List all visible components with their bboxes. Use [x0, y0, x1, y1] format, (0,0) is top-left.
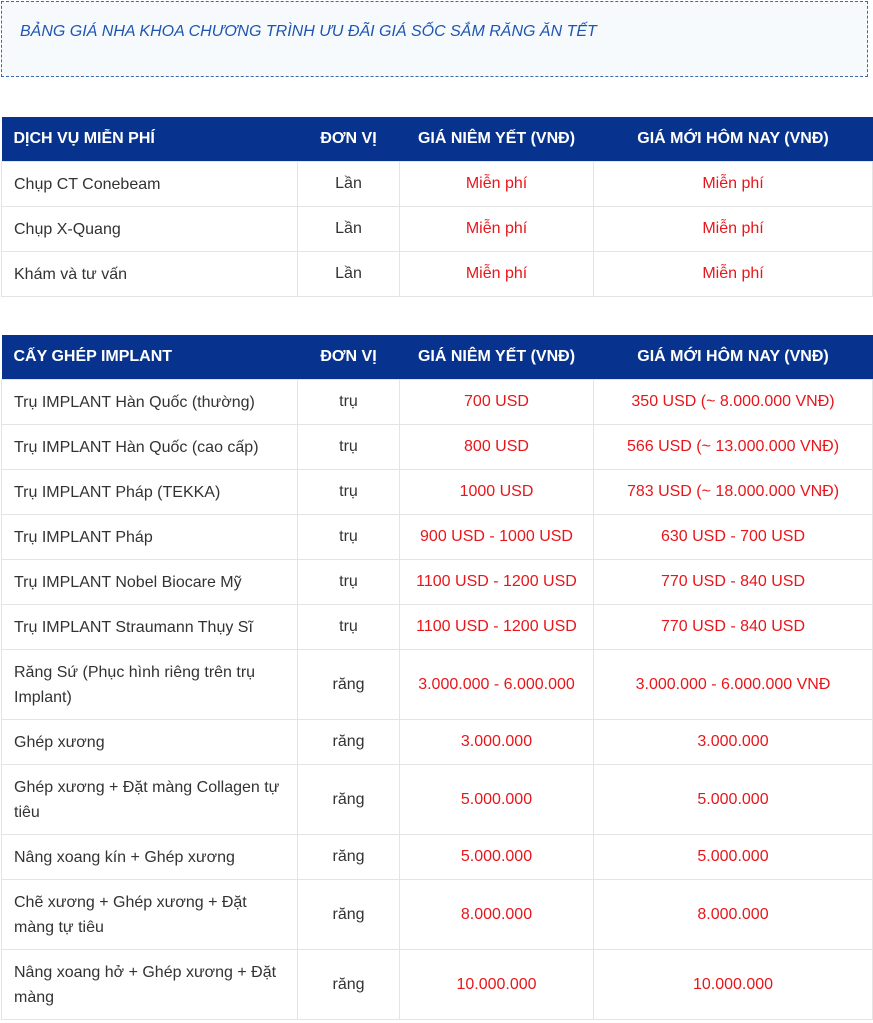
unit-cell: Lần — [297, 206, 400, 252]
list-price-cell: Miễn phí — [399, 206, 594, 252]
list-price-cell: 1100 USD - 1200 USD — [399, 559, 594, 605]
list-price-cell: Miễn phí — [399, 161, 594, 207]
new-price-cell: 566 USD (~ 13.000.000 VNĐ) — [593, 424, 873, 470]
table-row: Nâng xoang hở + Ghép xương + Đặt màng răn… — [1, 949, 873, 1020]
table-row: Chụp X-Quang Lần Miễn phí Miễn phí — [1, 206, 873, 252]
header-unit: ĐƠN VỊ — [297, 117, 400, 162]
service-name: Chẽ xương + Ghép xương + Đặt màng tự tiê… — [1, 879, 298, 950]
new-price-cell: 3.000.000 — [593, 719, 873, 765]
new-price-cell: Miễn phí — [593, 251, 873, 297]
unit-cell: răng — [297, 879, 400, 950]
table-row: Trụ IMPLANT Hàn Quốc (thường) trụ 700 USD 3… — [1, 379, 873, 425]
header-list-price: GIÁ NIÊM YẾT (VNĐ) — [399, 335, 594, 380]
implant-table: CẤY GHÉP IMPLANT ĐƠN VỊ GIÁ NIÊM YẾT (VN… — [1, 335, 873, 1020]
table-row: Trụ IMPLANT Pháp trụ 900 USD - 1000 USD 630… — [1, 514, 873, 560]
unit-cell: răng — [297, 949, 400, 1020]
header-new-price: GIÁ MỚI HÔM NAY (VNĐ) — [593, 117, 873, 162]
unit-cell: trụ — [297, 424, 400, 470]
unit-cell: trụ — [297, 469, 400, 515]
new-price-cell: 5.000.000 — [593, 764, 873, 835]
unit-cell: trụ — [297, 379, 400, 425]
table-row: Khám và tư vấn Lần Miễn phí Miễn phí — [1, 251, 873, 297]
unit-cell: Lần — [297, 161, 400, 207]
header-list-price: GIÁ NIÊM YẾT (VNĐ) — [399, 117, 594, 162]
service-name: Nâng xoang hở + Ghép xương + Đặt màng — [1, 949, 298, 1020]
table-row: Trụ IMPLANT Pháp (TEKKA) trụ 1000 USD 783 U… — [1, 469, 873, 515]
new-price-cell: 5.000.000 — [593, 834, 873, 880]
banner-title: BẢNG GIÁ NHA KHOA CHƯƠNG TRÌNH ƯU ĐÃI GI… — [20, 23, 597, 40]
new-price-cell: 3.000.000 - 6.000.000 VNĐ — [593, 649, 873, 720]
table-row: Ghép xương răng 3.000.000 3.000.000 — [1, 719, 873, 765]
service-name: Trụ IMPLANT Hàn Quốc (thường) — [1, 379, 298, 425]
header-unit: ĐƠN VỊ — [297, 335, 400, 380]
service-name: Chụp X-Quang — [1, 206, 298, 252]
list-price-cell: 3.000.000 - 6.000.000 — [399, 649, 594, 720]
table-header-row: DỊCH VỤ MIỄN PHÍ ĐƠN VỊ GIÁ NIÊM YẾT (VN… — [1, 117, 873, 162]
new-price-cell: Miễn phí — [593, 161, 873, 207]
table-row: Chụp CT Conebeam Lần Miễn phí Miễn phí — [1, 161, 873, 207]
list-price-cell: 5.000.000 — [399, 834, 594, 880]
unit-cell: răng — [297, 764, 400, 835]
list-price-cell: 800 USD — [399, 424, 594, 470]
new-price-cell: 10.000.000 — [593, 949, 873, 1020]
list-price-cell: 10.000.000 — [399, 949, 594, 1020]
list-price-cell: 8.000.000 — [399, 879, 594, 950]
service-name: Ghép xương + Đặt màng Collagen tự tiêu — [1, 764, 298, 835]
list-price-cell: 1000 USD — [399, 469, 594, 515]
service-name: Chụp CT Conebeam — [1, 161, 298, 207]
list-price-cell: Miễn phí — [399, 251, 594, 297]
list-price-cell: 1100 USD - 1200 USD — [399, 604, 594, 650]
table-row: Ghép xương + Đặt màng Collagen tự tiêu ră… — [1, 764, 873, 835]
service-name: Trụ IMPLANT Hàn Quốc (cao cấp) — [1, 424, 298, 470]
service-name: Trụ IMPLANT Pháp (TEKKA) — [1, 469, 298, 515]
unit-cell: Lần — [297, 251, 400, 297]
new-price-cell: 770 USD - 840 USD — [593, 604, 873, 650]
header-service: DỊCH VỤ MIỄN PHÍ — [1, 117, 298, 162]
new-price-cell: Miễn phí — [593, 206, 873, 252]
list-price-cell: 5.000.000 — [399, 764, 594, 835]
service-name: Trụ IMPLANT Nobel Biocare Mỹ — [1, 559, 298, 605]
new-price-cell: 350 USD (~ 8.000.000 VNĐ) — [593, 379, 873, 425]
new-price-cell: 630 USD - 700 USD — [593, 514, 873, 560]
new-price-cell: 8.000.000 — [593, 879, 873, 950]
promo-banner: BẢNG GIÁ NHA KHOA CHƯƠNG TRÌNH ƯU ĐÃI GI… — [1, 1, 868, 77]
free-services-table: DỊCH VỤ MIỄN PHÍ ĐƠN VỊ GIÁ NIÊM YẾT (VN… — [1, 117, 873, 297]
table-row: Trụ IMPLANT Hàn Quốc (cao cấp) trụ 800 USD… — [1, 424, 873, 470]
list-price-cell: 3.000.000 — [399, 719, 594, 765]
table-row: Trụ IMPLANT Straumann Thụy Sĩ trụ 1100 USD… — [1, 604, 873, 650]
new-price-cell: 783 USD (~ 18.000.000 VNĐ) — [593, 469, 873, 515]
new-price-cell: 770 USD - 840 USD — [593, 559, 873, 605]
unit-cell: trụ — [297, 514, 400, 560]
service-name: Trụ IMPLANT Pháp — [1, 514, 298, 560]
service-name: Trụ IMPLANT Straumann Thụy Sĩ — [1, 604, 298, 650]
unit-cell: răng — [297, 719, 400, 765]
table-row: Trụ IMPLANT Nobel Biocare Mỹ trụ 1100 USD … — [1, 559, 873, 605]
list-price-cell: 900 USD - 1000 USD — [399, 514, 594, 560]
table-header-row: CẤY GHÉP IMPLANT ĐƠN VỊ GIÁ NIÊM YẾT (VN… — [1, 335, 873, 380]
unit-cell: trụ — [297, 559, 400, 605]
service-name: Răng Sứ (Phục hình riêng trên trụ Implan… — [1, 649, 298, 720]
unit-cell: răng — [297, 649, 400, 720]
unit-cell: răng — [297, 834, 400, 880]
service-name: Khám và tư vấn — [1, 251, 298, 297]
header-service: CẤY GHÉP IMPLANT — [1, 335, 298, 380]
list-price-cell: 700 USD — [399, 379, 594, 425]
header-new-price: GIÁ MỚI HÔM NAY (VNĐ) — [593, 335, 873, 380]
service-name: Ghép xương — [1, 719, 298, 765]
unit-cell: trụ — [297, 604, 400, 650]
table-row: Nâng xoang kín + Ghép xương răng 5.000.000… — [1, 834, 873, 880]
table-row: Chẽ xương + Ghép xương + Đặt màng tự tiê… — [1, 879, 873, 950]
table-row: Răng Sứ (Phục hình riêng trên trụ Implan… — [1, 649, 873, 720]
service-name: Nâng xoang kín + Ghép xương — [1, 834, 298, 880]
